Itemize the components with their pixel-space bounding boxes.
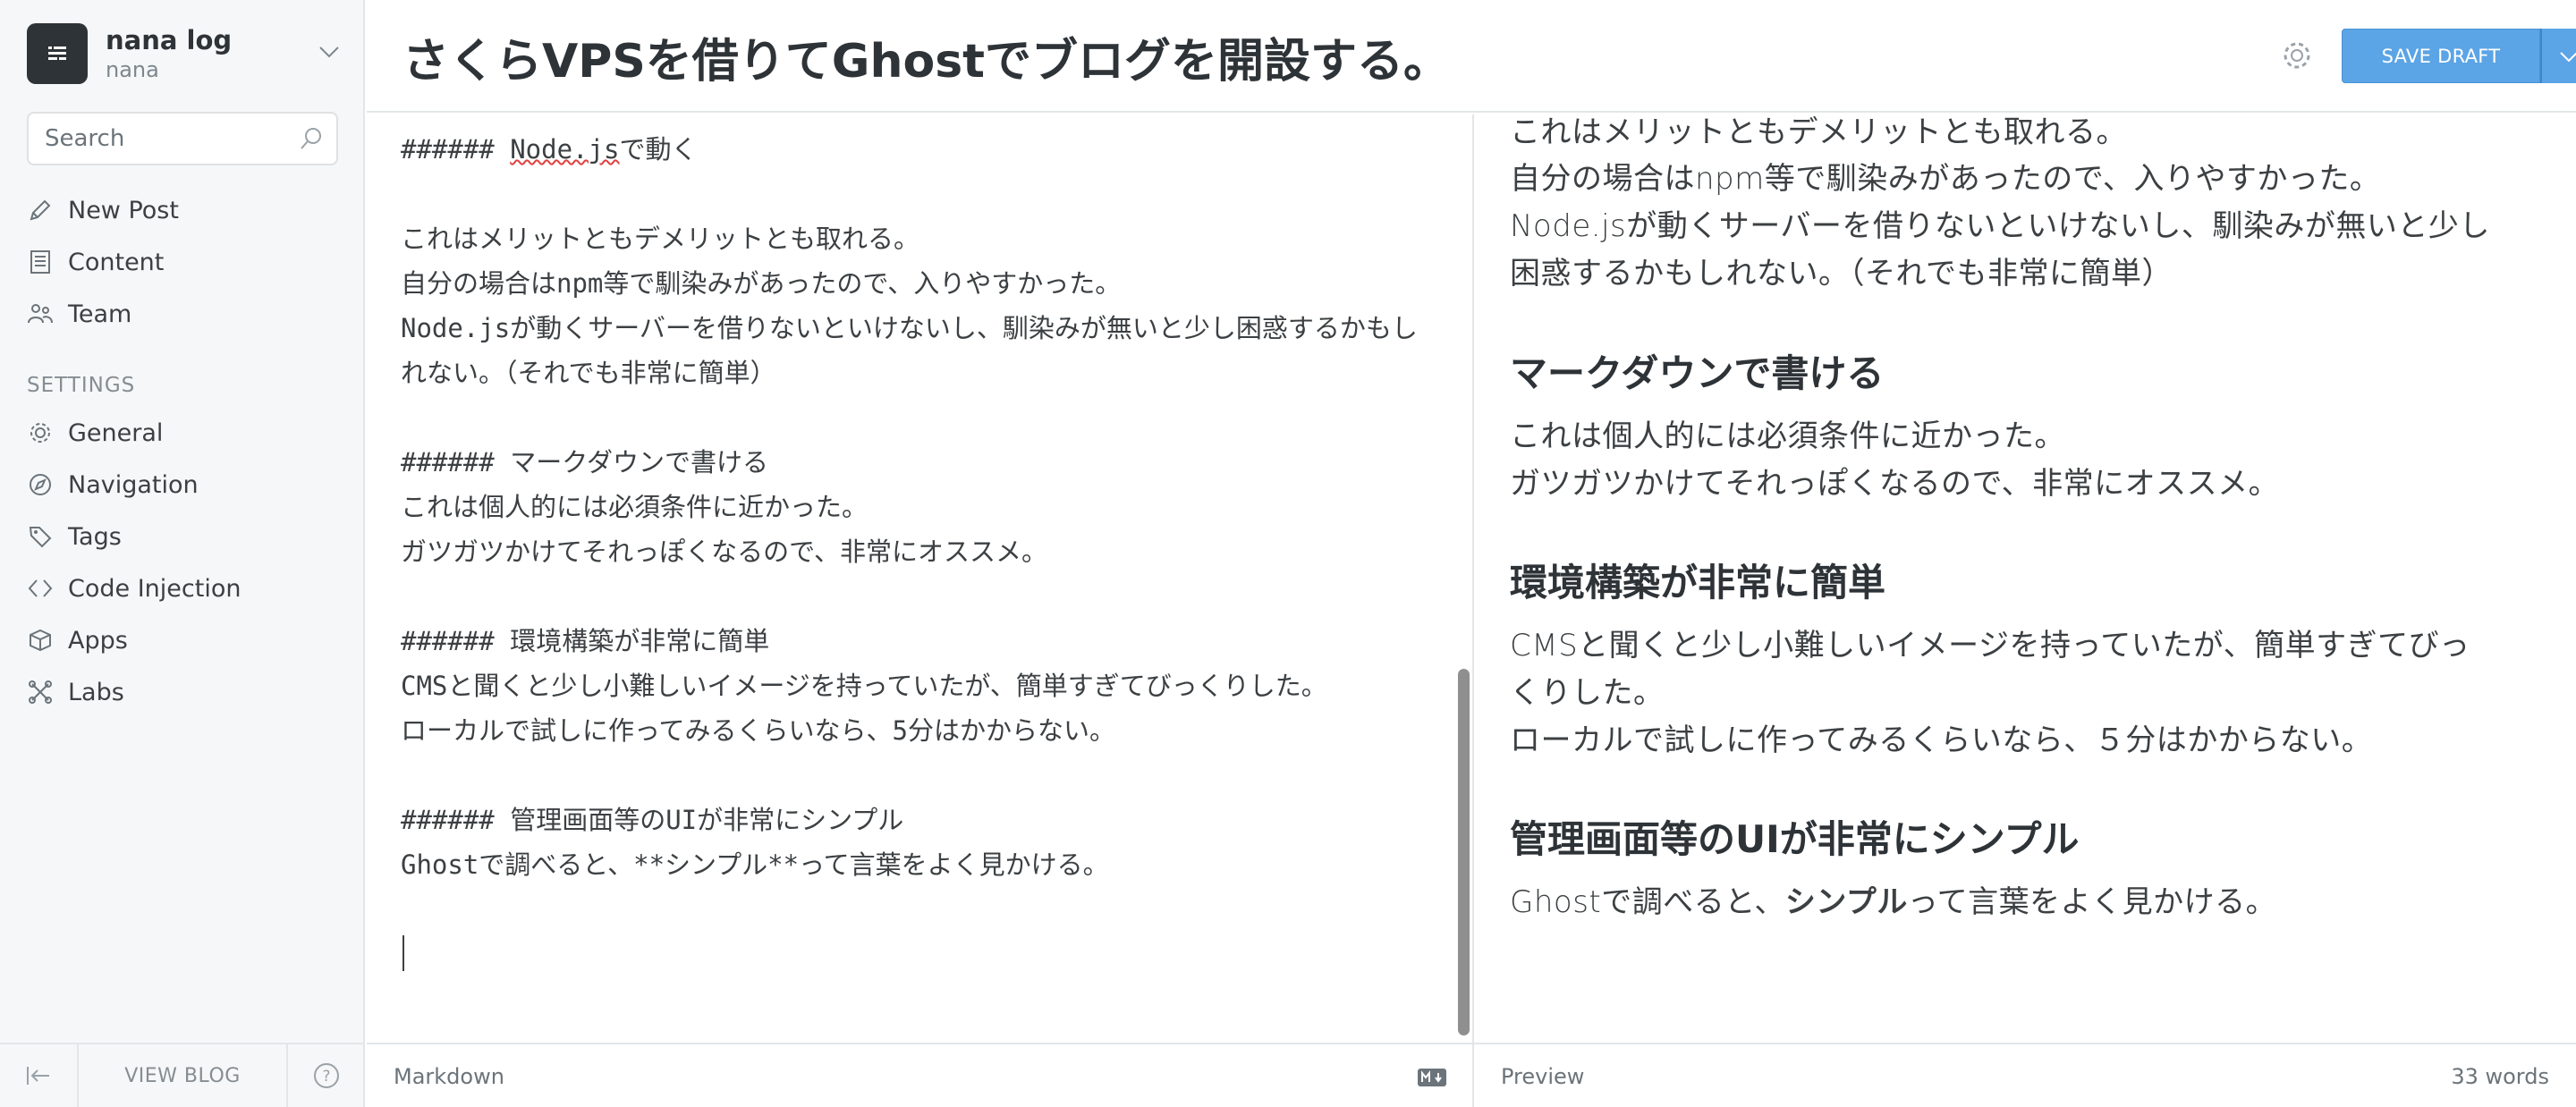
- labs-icon: [27, 679, 54, 706]
- collapse-icon: [27, 1067, 49, 1085]
- markdown-editor[interactable]: ###### Node.jsで動く これはメリットともデメリットとも取れる。 自…: [367, 114, 1472, 1043]
- compass-icon: [27, 471, 54, 498]
- preview-heading: マークダウンで書ける: [1510, 351, 1885, 395]
- markdown-label: Markdown: [394, 1064, 504, 1089]
- nav-labs[interactable]: Labs: [27, 674, 124, 710]
- save-options-dropdown[interactable]: [2540, 29, 2576, 83]
- editor-line: これはメリットともデメリットとも取れる。: [401, 224, 920, 254]
- blog-switcher[interactable]: nana log nana: [27, 23, 340, 84]
- preview-heading: 環境構築が非常に簡単: [1510, 561, 1886, 604]
- editor-line: ###### 環境構築が非常に簡単: [401, 626, 770, 656]
- preview-text: Ghostで調べると、: [1510, 884, 1785, 920]
- editor-line: ###### マークダウンで書ける: [401, 447, 769, 477]
- search-box: [27, 112, 338, 165]
- blog-user: nana: [106, 57, 159, 82]
- misspelled-word[interactable]: Node.js: [510, 134, 619, 165]
- preview-label: Preview: [1501, 1064, 1585, 1089]
- preview-line: ガツガツかけてそれっぽくなるので、非常にオススメ。: [1510, 466, 2280, 502]
- nav-label: General: [68, 418, 164, 447]
- gear-icon: [27, 419, 54, 446]
- editor-scrollbar[interactable]: [1458, 669, 1470, 1035]
- post-settings-gear-icon[interactable]: [2281, 39, 2313, 72]
- nav-content[interactable]: Content: [27, 244, 164, 280]
- editor-line: ###### Node.jsで動く: [401, 129, 697, 166]
- editor-line: ローカルで試しに作ってみるくらいなら、5分はかからない。: [401, 715, 1116, 746]
- preview-line: これはメリットともデメリットとも取れる。: [1510, 114, 2127, 150]
- nav-label: Apps: [68, 626, 128, 655]
- code-icon: [27, 575, 54, 602]
- preview-line: ローカルで試しに作ってみるくらいなら、５分はかからない。: [1510, 723, 2373, 758]
- search-icon[interactable]: [299, 126, 324, 151]
- preview-line: 自分の場合はnpm等で馴染みがあったので、入りやすかった。: [1510, 161, 2381, 197]
- content-icon: [27, 249, 54, 275]
- search-input[interactable]: [45, 114, 286, 164]
- view-blog-link[interactable]: VIEW BLOG: [79, 1044, 286, 1107]
- preview-line: くりした。: [1510, 675, 1665, 711]
- nav-general[interactable]: General: [27, 415, 163, 451]
- markdown-help-icon[interactable]: [1417, 1068, 1447, 1087]
- settings-heading: SETTINGS: [27, 374, 136, 397]
- nav-apps[interactable]: Apps: [27, 622, 128, 658]
- help-button[interactable]: ?: [286, 1044, 365, 1107]
- editor-line: Ghostで調べると、**シンプル**って言葉をよく見かける。: [401, 849, 1109, 880]
- help-icon: ?: [314, 1063, 339, 1088]
- blog-logo-icon: [27, 23, 88, 84]
- nav-label: New Post: [68, 196, 179, 224]
- nav-tags[interactable]: Tags: [27, 519, 122, 554]
- box-icon: [27, 627, 54, 654]
- preview-footer: Preview 33 words: [1474, 1043, 2576, 1107]
- editor-line-text: ###### Node.jsで動く: [401, 134, 698, 165]
- post-title-input[interactable]: さくらVPSを借りてGhostでブログを開設する。: [402, 23, 1450, 90]
- pencil-icon: [27, 197, 54, 224]
- chevron-down-icon[interactable]: [318, 45, 340, 59]
- preview-line: CMSと聞くと少し小難しいイメージを持っていたが、簡単すぎてびっ: [1510, 628, 2470, 663]
- preview-pane: これはメリットともデメリットとも取れる。 自分の場合はnpm等で馴染みがあったの…: [1474, 114, 2576, 1043]
- editor-header: さくらVPSを借りてGhostでブログを開設する。 SAVE DRAFT: [367, 0, 2576, 113]
- nav-team[interactable]: Team: [27, 296, 131, 332]
- editor-footer: Markdown: [367, 1043, 1472, 1107]
- nav-label: Content: [68, 248, 165, 276]
- tag-icon: [27, 523, 54, 550]
- team-icon: [27, 300, 54, 327]
- editor-line: CMSと聞くと少し小難しいイメージを持っていたが、簡単すぎてびっくりした。: [401, 671, 1327, 701]
- help-glyph: ?: [322, 1068, 330, 1086]
- preview-text: って言葉をよく見かける。: [1907, 884, 2277, 920]
- nav-label: Labs: [68, 678, 124, 706]
- preview-line: Node.jsが動くサーバーを借りないといけないし、馴染みが無いと少し: [1510, 208, 2490, 244]
- collapse-sidebar-button[interactable]: [0, 1044, 79, 1107]
- word-count: 33 words: [2451, 1064, 2549, 1089]
- nav-label: Navigation: [68, 470, 199, 499]
- nav-new-post[interactable]: New Post: [27, 192, 179, 228]
- preview-line: 困惑するかもしれない。（それでも非常に簡単）: [1510, 256, 2173, 292]
- sidebar-footer: VIEW BLOG ?: [0, 1043, 365, 1107]
- editor-line: れない。（それでも非常に簡単）: [401, 358, 776, 388]
- blog-title: nana log: [106, 25, 233, 55]
- sidebar: nana log nana New Post Content Team SETT…: [0, 0, 365, 1107]
- preview-line: Ghostで調べると、シンプルって言葉をよく見かける。: [1510, 877, 2276, 921]
- nav-label: Team: [68, 300, 132, 328]
- editor-line: ###### 管理画面等のUIが非常にシンプル: [401, 805, 904, 835]
- editor-line: 自分の場合はnpm等で馴染みがあったので、入りやすかった。: [401, 268, 1122, 299]
- editor-line: これは個人的には必須条件に近かった。: [401, 492, 869, 522]
- save-draft-button[interactable]: SAVE DRAFT: [2342, 29, 2540, 83]
- chevron-down-icon: [2559, 51, 2576, 62]
- preview-line: これは個人的には必須条件に近かった。: [1510, 418, 2065, 454]
- nav-code-injection[interactable]: Code Injection: [27, 570, 241, 606]
- text-cursor: [402, 935, 404, 971]
- editor-line: Node.jsが動くサーバーを借りないといけないし、馴染みが無いと少し困惑するか…: [401, 313, 1418, 343]
- preview-bold-text: シンプル: [1784, 884, 1908, 920]
- nav-label: Code Injection: [68, 574, 242, 603]
- nav-label: Tags: [68, 522, 122, 551]
- preview-heading: 管理画面等のUIが非常にシンプル: [1510, 817, 2080, 861]
- editor-line: ガツガツかけてそれっぽくなるので、非常にオススメ。: [401, 537, 1047, 567]
- nav-navigation[interactable]: Navigation: [27, 467, 199, 503]
